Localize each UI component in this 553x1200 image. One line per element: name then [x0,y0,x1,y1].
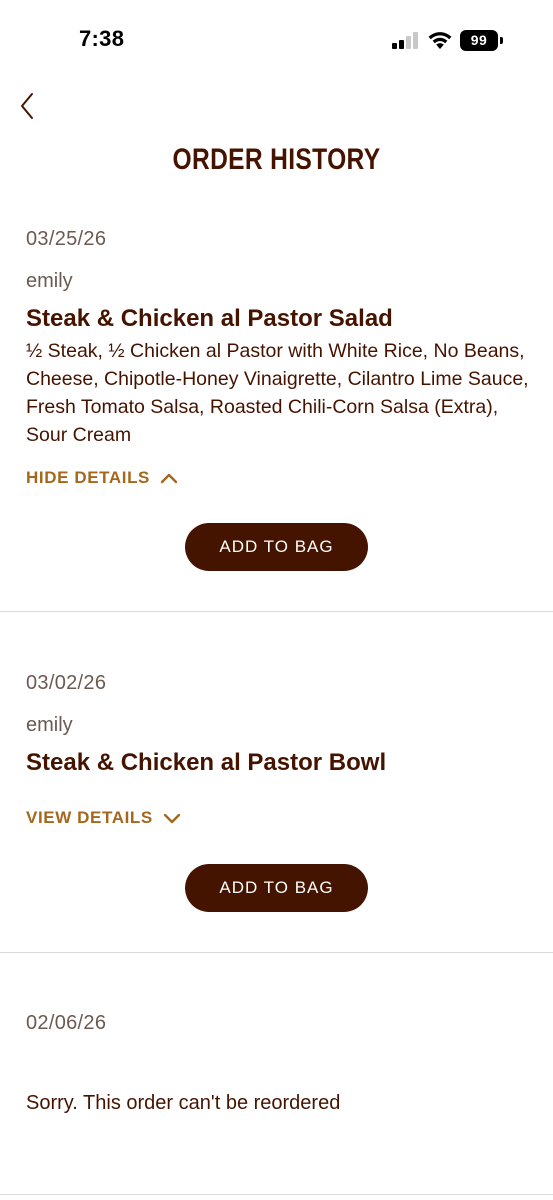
wifi-icon [428,32,452,49]
toggle-label: HIDE DETAILS [26,468,151,487]
reorder-unavailable-message: Sorry. This order can't be reordered [26,1092,341,1114]
order-user: emily [26,714,73,736]
divider [0,611,553,612]
chevron-up-icon [160,473,178,484]
order-title: Steak & Chicken al Pastor Bowl [26,749,387,776]
add-to-bag-button[interactable]: ADD TO BAG [185,864,368,912]
chevron-down-icon [163,813,181,824]
back-button[interactable] [14,88,44,124]
order-user: emily [26,270,73,292]
status-bar: 7:38 99 [0,0,553,80]
order-title: Steak & Chicken al Pastor Salad [26,305,393,332]
chevron-left-icon [21,93,33,119]
hide-details-toggle[interactable]: HIDE DETAILS [26,468,178,488]
toggle-label: VIEW DETAILS [26,808,153,827]
divider [0,1194,553,1195]
order-date: 02/06/26 [26,1012,107,1034]
order-description: ½ Steak, ½ Chicken al Pastor with White … [26,340,529,446]
add-to-bag-button[interactable]: ADD TO BAG [185,523,368,571]
status-time: 7:38 [79,26,125,51]
page-title: ORDER HISTORY [172,143,381,176]
battery-level: 99 [460,30,498,51]
order-date: 03/02/26 [26,672,107,694]
divider [0,952,553,953]
order-date: 03/25/26 [26,228,107,250]
cellular-signal-icon [392,32,420,49]
view-details-toggle[interactable]: VIEW DETAILS [26,808,181,828]
battery-icon: 99 [460,30,504,51]
